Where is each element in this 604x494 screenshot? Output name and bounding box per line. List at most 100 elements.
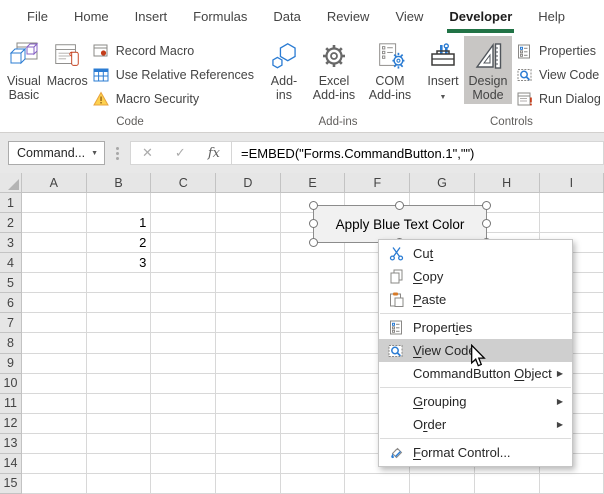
cell-D7[interactable] [216, 313, 281, 333]
select-all-corner[interactable] [0, 173, 22, 193]
cell-E4[interactable] [281, 253, 346, 273]
resize-handle[interactable] [309, 238, 318, 247]
tab-file[interactable]: File [14, 0, 61, 33]
resize-handle[interactable] [482, 201, 491, 210]
menu-item-copy[interactable]: Copy [379, 265, 572, 288]
cell-D8[interactable] [216, 333, 281, 353]
cell-D5[interactable] [216, 273, 281, 293]
cell-A6[interactable] [22, 293, 87, 313]
row-header-8[interactable]: 8 [0, 333, 22, 353]
cell-C1[interactable] [151, 193, 216, 213]
cell-A13[interactable] [22, 434, 87, 454]
cell-I2[interactable] [540, 213, 604, 233]
menu-item-order[interactable]: Order ▶ [379, 413, 572, 436]
cancel-icon[interactable]: ✕ [142, 145, 153, 161]
cell-A1[interactable] [22, 193, 87, 213]
row-header-14[interactable]: 14 [0, 454, 22, 474]
com-addins-button[interactable]: COM Add-ins [362, 36, 418, 104]
run-dialog-button[interactable]: Run Dialog [512, 87, 604, 111]
cell-A4[interactable] [22, 253, 87, 273]
insert-dropdown-icon[interactable]: ▼ [440, 91, 447, 105]
cell-C10[interactable] [151, 374, 216, 394]
cell-C14[interactable] [151, 454, 216, 474]
row-header-6[interactable]: 6 [0, 293, 22, 313]
cell-E12[interactable] [281, 414, 346, 434]
design-mode-button[interactable]: Design Mode [464, 36, 512, 104]
cell-D11[interactable] [216, 394, 281, 414]
column-header-E[interactable]: E [281, 173, 346, 193]
cell-B2[interactable]: 1 [87, 213, 152, 233]
resize-handle[interactable] [395, 201, 404, 210]
cell-E8[interactable] [281, 333, 346, 353]
insert-function-icon[interactable]: fx [208, 146, 220, 161]
cell-E15[interactable] [281, 474, 346, 494]
resize-handle[interactable] [309, 201, 318, 210]
cell-A14[interactable] [22, 454, 87, 474]
cell-B9[interactable] [87, 354, 152, 374]
column-header-A[interactable]: A [22, 173, 87, 193]
name-box[interactable]: Command... ▼ [8, 141, 105, 165]
cell-C12[interactable] [151, 414, 216, 434]
cell-D2[interactable] [216, 213, 281, 233]
record-macro-button[interactable]: Record Macro [89, 39, 258, 63]
cell-E13[interactable] [281, 434, 346, 454]
cell-E10[interactable] [281, 374, 346, 394]
cell-A10[interactable] [22, 374, 87, 394]
resize-handle[interactable] [309, 219, 318, 228]
row-header-9[interactable]: 9 [0, 354, 22, 374]
menu-item-format-control[interactable]: Format Control... [379, 441, 572, 464]
column-header-D[interactable]: D [216, 173, 281, 193]
cell-A9[interactable] [22, 354, 87, 374]
cell-E7[interactable] [281, 313, 346, 333]
row-header-3[interactable]: 3 [0, 233, 22, 253]
cell-A11[interactable] [22, 394, 87, 414]
resize-handle[interactable] [482, 219, 491, 228]
cell-C9[interactable] [151, 354, 216, 374]
row-header-13[interactable]: 13 [0, 434, 22, 454]
cell-G15[interactable] [410, 474, 475, 494]
insert-controls-button[interactable]: Insert ▼ [422, 36, 464, 107]
tab-home[interactable]: Home [61, 0, 122, 33]
tab-view[interactable]: View [382, 0, 436, 33]
cell-C11[interactable] [151, 394, 216, 414]
row-header-10[interactable]: 10 [0, 374, 22, 394]
cell-B11[interactable] [87, 394, 152, 414]
cell-E9[interactable] [281, 354, 346, 374]
cell-C7[interactable] [151, 313, 216, 333]
row-header-5[interactable]: 5 [0, 273, 22, 293]
cell-E14[interactable] [281, 454, 346, 474]
addins-button[interactable]: Add-ins [262, 36, 306, 104]
cell-C15[interactable] [151, 474, 216, 494]
cell-B10[interactable] [87, 374, 152, 394]
cell-B3[interactable]: 2 [87, 233, 152, 253]
column-header-B[interactable]: B [87, 173, 152, 193]
macro-security-button[interactable]: Macro Security [89, 87, 258, 111]
cell-D3[interactable] [216, 233, 281, 253]
cell-B5[interactable] [87, 273, 152, 293]
cell-D10[interactable] [216, 374, 281, 394]
row-header-1[interactable]: 1 [0, 193, 22, 213]
cell-I15[interactable] [540, 474, 604, 494]
row-header-2[interactable]: 2 [0, 213, 22, 233]
menu-item-properties[interactable]: Properties [379, 316, 572, 339]
cell-C5[interactable] [151, 273, 216, 293]
cell-A2[interactable] [22, 213, 87, 233]
cell-B13[interactable] [87, 434, 152, 454]
menu-item-paste[interactable]: Paste [379, 288, 572, 311]
tab-insert[interactable]: Insert [122, 0, 181, 33]
cell-H15[interactable] [475, 474, 540, 494]
formula-input[interactable]: =EMBED("Forms.CommandButton.1","") [232, 141, 604, 165]
cell-A15[interactable] [22, 474, 87, 494]
tab-review[interactable]: Review [314, 0, 383, 33]
cell-B15[interactable] [87, 474, 152, 494]
column-header-F[interactable]: F [345, 173, 410, 193]
cell-B4[interactable]: 3 [87, 253, 152, 273]
cell-C4[interactable] [151, 253, 216, 273]
row-header-11[interactable]: 11 [0, 394, 22, 414]
name-box-dropdown-icon[interactable]: ▼ [91, 150, 98, 157]
visual-basic-button[interactable]: Visual Basic [2, 36, 46, 104]
row-header-15[interactable]: 15 [0, 474, 22, 494]
cell-E11[interactable] [281, 394, 346, 414]
cell-D13[interactable] [216, 434, 281, 454]
cell-D15[interactable] [216, 474, 281, 494]
